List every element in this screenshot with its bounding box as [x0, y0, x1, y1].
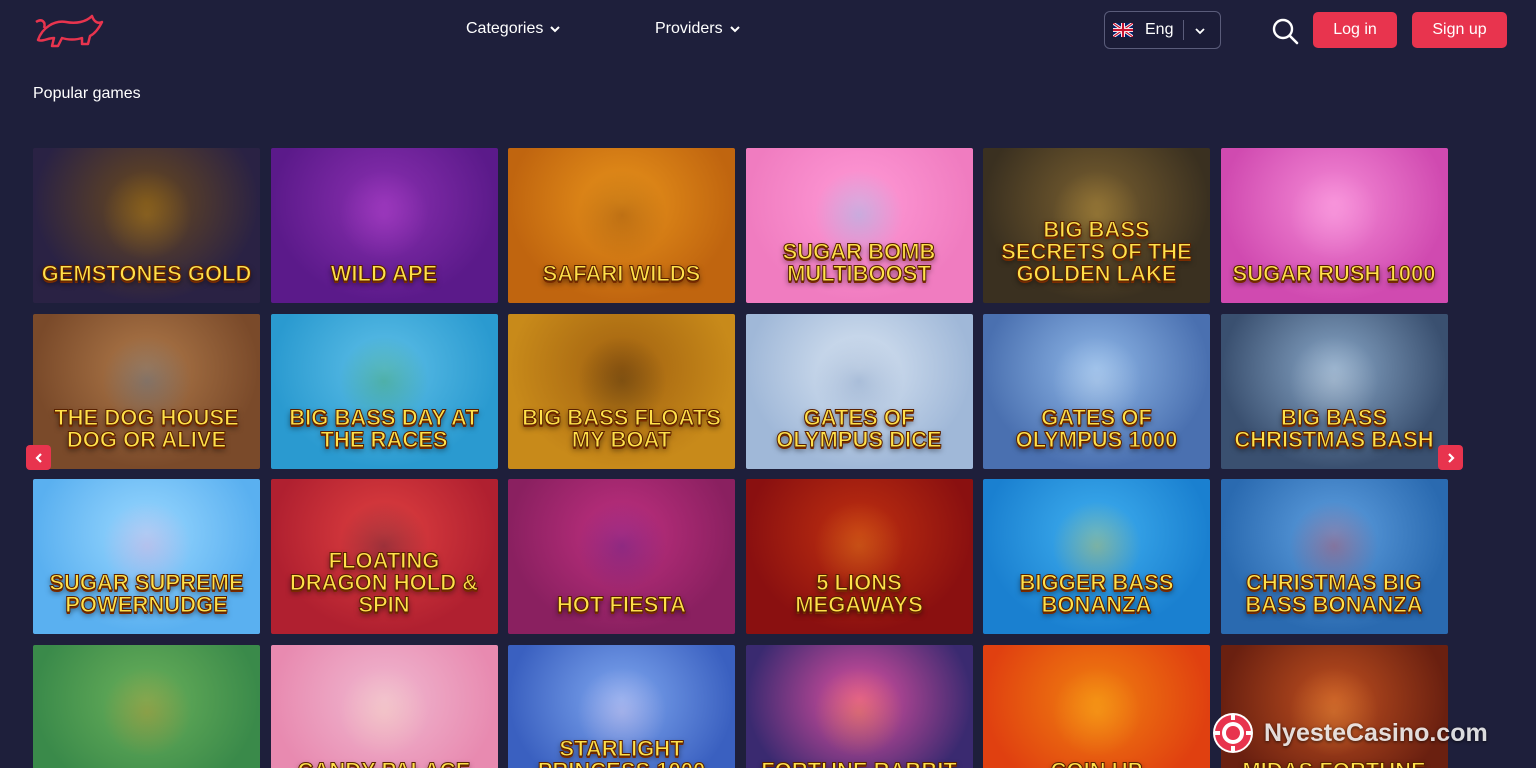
signup-button[interactable]: Sign up [1412, 12, 1507, 48]
search-icon[interactable] [1271, 17, 1299, 45]
game-tile[interactable]: Hot Fiesta [508, 479, 735, 634]
game-title: The Dog House Dog or Alive [54, 404, 240, 452]
game-tile[interactable] [33, 644, 260, 768]
header: Categories Providers Eng Log in Sign up [0, 0, 1536, 62]
watermark: NyesteCasino.com [1212, 712, 1488, 754]
game-tile[interactable]: Coin Up [983, 644, 1210, 768]
game-tile[interactable]: Big Bass Day at the Races [270, 313, 498, 469]
game-tile[interactable]: Fortune Rabbit [745, 644, 973, 768]
game-title: Bigger Bass Bonanza [1019, 570, 1174, 617]
game-title: Big Bass Secrets of the Golden Lake [1001, 217, 1193, 286]
game-title: Floating Dragon Hold & Spin [289, 548, 479, 617]
chevron-right-icon [1447, 452, 1455, 463]
game-title: Big Bass Christmas Bash [1234, 404, 1434, 452]
nav-categories-label: Categories [466, 20, 544, 37]
bull-logo-icon[interactable] [32, 10, 104, 52]
game-tile[interactable]: Bigger Bass Bonanza [983, 479, 1210, 634]
game-title: Safari Wilds [542, 261, 701, 286]
login-button[interactable]: Log in [1313, 12, 1397, 48]
game-artwork [339, 666, 429, 757]
watermark-text: NyesteCasino.com [1264, 718, 1488, 747]
carousel-next-button[interactable] [1438, 445, 1463, 470]
game-tile[interactable]: Gemstones Gold [33, 148, 260, 303]
game-tile[interactable]: Starlight Princess 1000 [508, 644, 735, 768]
game-tile[interactable]: Safari Wilds [508, 148, 735, 303]
game-tile[interactable]: Candy Palace [270, 644, 498, 768]
nav-providers-label: Providers [655, 20, 723, 37]
game-tile[interactable]: Christmas Big Bass Bonanza [1220, 479, 1448, 634]
game-title: Fortune Rabbit [746, 759, 973, 768]
game-title: Christmas Big Bass Bonanza [1245, 570, 1423, 617]
language-divider [1183, 20, 1184, 40]
game-tile[interactable]: 5 Lions Megaways [745, 479, 973, 634]
game-title: Candy Palace [271, 759, 498, 768]
game-title: 5 Lions Megaways [795, 570, 924, 617]
game-title: Gates of Olympus Dice [776, 404, 942, 452]
chevron-left-icon [34, 452, 42, 463]
game-title: Gemstones Gold [41, 261, 252, 286]
game-tile[interactable]: Big Bass Secrets of the Golden Lake [983, 148, 1210, 303]
game-tile[interactable]: Big Bass Floats My Boat [508, 313, 735, 469]
game-tile[interactable]: The Dog House Dog or Alive [33, 313, 260, 469]
nav-providers[interactable]: Providers [655, 20, 741, 38]
game-tile[interactable]: Big Bass Christmas Bash [1220, 313, 1448, 469]
game-artwork [101, 170, 192, 260]
game-title: Gates of Olympus 1000 [1015, 404, 1178, 452]
game-title: Starlight Princess 1000 [537, 735, 706, 768]
game-tile[interactable]: Wild Ape [270, 148, 498, 303]
language-label: Eng [1145, 21, 1174, 38]
game-title: Sugar Supreme Powernudge [49, 570, 244, 617]
carousel-prev-button[interactable] [26, 445, 51, 470]
game-tile[interactable]: Floating Dragon Hold & Spin [270, 479, 498, 634]
game-tile[interactable]: Gates of Olympus Dice [745, 313, 973, 469]
game-title: Midas Fortune [1221, 759, 1448, 768]
game-artwork [576, 501, 667, 591]
game-tile[interactable]: Gates of Olympus 1000 [983, 313, 1210, 469]
casino-chip-icon [1213, 713, 1253, 753]
game-title: Sugar Rush 1000 [1232, 261, 1436, 286]
game-tile[interactable]: Sugar Supreme Powernudge [33, 479, 260, 634]
chevron-down-icon [1195, 28, 1205, 35]
nav-categories[interactable]: Categories [466, 20, 561, 38]
game-title: Hot Fiesta [556, 592, 687, 617]
game-title: Wild Ape [330, 261, 438, 286]
game-title: Big Bass Day at the Races [289, 404, 479, 452]
chevron-down-icon [729, 26, 740, 33]
game-artwork [576, 170, 667, 260]
game-title: Coin Up [983, 759, 1210, 768]
section-title: Popular games [33, 85, 141, 102]
game-artwork [1289, 170, 1379, 260]
chevron-down-icon [550, 26, 561, 33]
game-tile[interactable]: Sugar Bomb Multiboost [745, 148, 973, 303]
games-grid: Gemstones Gold Wild Ape Safari Wilds Sugar … [33, 148, 1449, 768]
game-tile[interactable]: Sugar Rush 1000 [1220, 148, 1448, 303]
game-artwork [814, 666, 904, 757]
game-artwork [1051, 666, 1142, 757]
game-title: Sugar Bomb Multiboost [782, 239, 936, 286]
game-artwork [101, 666, 192, 757]
uk-flag-icon [1113, 23, 1133, 37]
game-title: Big Bass Floats My Boat [522, 404, 722, 452]
game-artwork [339, 170, 429, 260]
language-selector[interactable]: Eng [1104, 11, 1221, 49]
